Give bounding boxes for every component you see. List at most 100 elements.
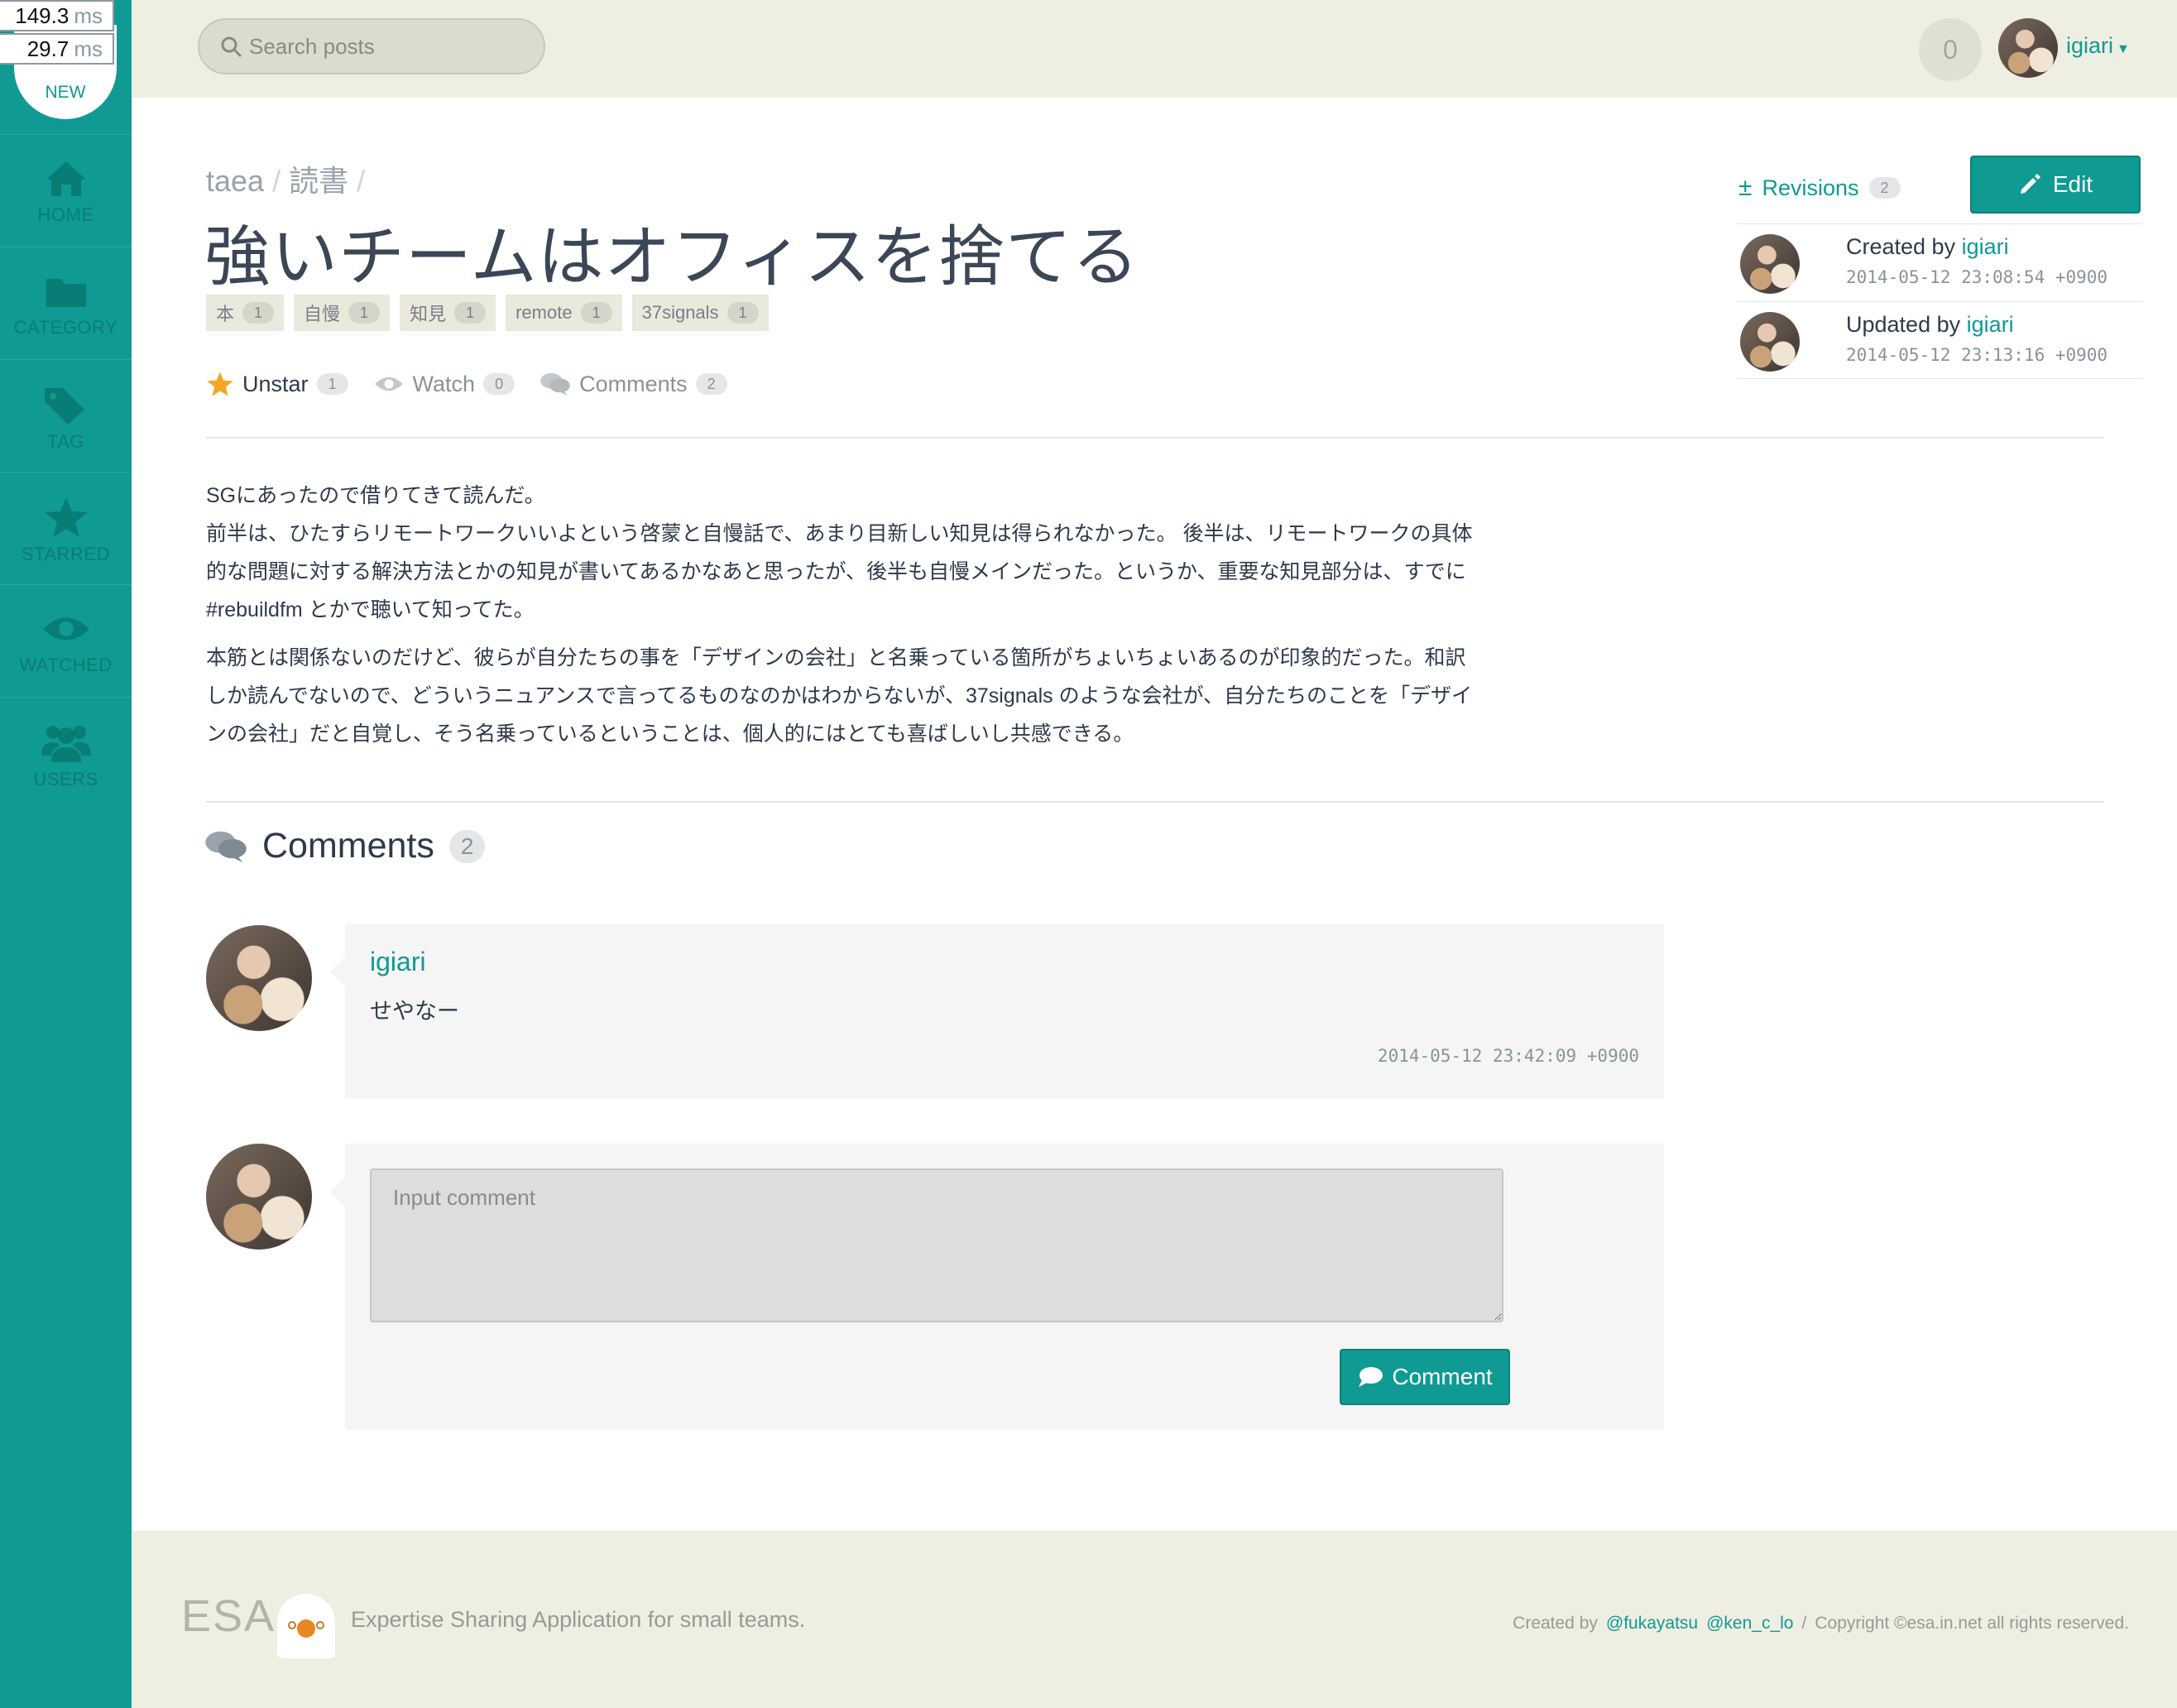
- user-menu[interactable]: igiari ▼: [2066, 33, 2130, 59]
- avatar[interactable]: [1740, 312, 1800, 372]
- footer-logo[interactable]: ESA: [181, 1590, 276, 1642]
- footer-copyright: Copyright ©esa.in.net all rights reserve…: [1815, 1614, 2129, 1633]
- created-by-label: Created by: [1846, 234, 1956, 259]
- unstar-button[interactable]: Unstar 1: [206, 371, 348, 397]
- tag-name: 自慢: [304, 304, 341, 324]
- tag-count: 1: [726, 302, 759, 324]
- comment-timestamp: 2014-05-12 23:42:09 +0900: [1377, 1046, 1639, 1066]
- breadcrumb-team[interactable]: taea: [206, 164, 264, 198]
- perf-timer-bottom: 29.7 ms: [0, 33, 114, 65]
- user-menu-name: igiari: [2066, 33, 2114, 58]
- perf-timer-top: 149.3 ms: [0, 0, 114, 31]
- plus-minus-icon: ±: [1738, 174, 1753, 201]
- comments-label: Comments: [579, 371, 688, 396]
- sidebar-item-home[interactable]: HOME: [0, 134, 132, 247]
- sidebar-item-tag[interactable]: TAG: [0, 359, 132, 472]
- breadcrumb-category[interactable]: 読書: [289, 164, 348, 198]
- body-line: 本筋とは関係ないのだけど、彼らが自分たちの事を「デザインの会社」と名乗っている箇…: [206, 646, 1466, 669]
- body-paragraph: SGにあったので借りてきて読んだ。 前半は、ひたすらリモートワークいいよという啓…: [206, 477, 1530, 629]
- breadcrumb-separator: /: [357, 164, 366, 198]
- tag-name: 37signals: [641, 302, 719, 323]
- comment-submit-button[interactable]: Comment: [1340, 1349, 1510, 1405]
- footer-credits: Created by @fukayatsu @ken_c_lo / Copyri…: [1513, 1614, 2129, 1634]
- sidebar-item-label: WATCHED: [19, 655, 113, 675]
- comment-input[interactable]: [370, 1168, 1503, 1322]
- comments-icon: [540, 372, 570, 396]
- post-body: SGにあったので借りてきて読んだ。 前半は、ひたすらリモートワークいいよという啓…: [206, 477, 1530, 763]
- tag-item[interactable]: 知見 1: [400, 295, 496, 331]
- comment-form: Comment: [330, 1144, 1664, 1430]
- comments-link[interactable]: Comments 2: [539, 372, 727, 397]
- comment-text: せやなー: [370, 999, 459, 1024]
- comment-author-link[interactable]: igiari: [370, 947, 426, 977]
- breadcrumb-separator: /: [272, 164, 281, 198]
- edit-button[interactable]: Edit: [1970, 156, 2141, 214]
- search-icon: [221, 36, 242, 58]
- body-line: 前半は、ひたすらリモートワークいいよという啓蒙と自慢話で、あまり目新しい知見は得…: [206, 522, 1473, 545]
- sidebar-item-label: TAG: [46, 431, 85, 452]
- perf-timer-unit: ms: [74, 3, 103, 28]
- comments-count: 2: [695, 373, 727, 395]
- sidebar-item-category[interactable]: CATEGORY: [0, 247, 132, 359]
- notification-badge[interactable]: 0: [1919, 18, 1982, 81]
- watch-button[interactable]: Watch 0: [373, 372, 515, 397]
- tag-count: 1: [580, 302, 612, 324]
- updated-by-text: Updated by igiari: [1846, 312, 2014, 338]
- tag-count: 1: [454, 302, 487, 324]
- star-count: 1: [316, 373, 348, 395]
- eye-icon: [374, 377, 403, 391]
- tag-count: 1: [242, 302, 275, 324]
- footer-created-by: Created by: [1513, 1614, 1598, 1633]
- tag-item[interactable]: 自慢 1: [294, 295, 391, 331]
- revisions-link[interactable]: ± Revisions 2: [1738, 174, 1901, 202]
- post-title: 強いチームはオフィスを捨てる: [204, 220, 1139, 294]
- footer-tagline: Expertise Sharing Application for small …: [351, 1607, 806, 1632]
- sidebar-item-label: STARRED: [22, 544, 110, 564]
- comments-heading: Comments 2: [204, 826, 486, 866]
- updated-by-row: Updated by igiari 2014-05-12 23:13:16 +0…: [1737, 301, 2142, 379]
- mascot-face-icon: [288, 1619, 324, 1638]
- watch-count: 0: [483, 373, 515, 395]
- current-user-avatar[interactable]: [206, 1144, 312, 1250]
- post-actions: Unstar 1 Watch 0 Comments 2: [206, 371, 727, 397]
- caret-down-icon: ▼: [2117, 42, 2130, 56]
- main-content: taea / 読書 / 強いチームはオフィスを捨てる 本1 自慢 1 知見 1 remot…: [132, 98, 2177, 1531]
- sidebar-item-watched[interactable]: WATCHED: [0, 584, 132, 697]
- star-icon: [207, 372, 233, 396]
- created-by-row: Created by igiari 2014-05-12 23:08:54 +0…: [1737, 223, 2142, 301]
- watch-label: Watch: [412, 371, 476, 396]
- sidebar-item-users[interactable]: USERS: [0, 697, 132, 809]
- tag-item[interactable]: 本1: [206, 295, 285, 331]
- search-placeholder: Search posts: [249, 34, 375, 59]
- tag-name: remote: [515, 302, 573, 323]
- edit-label: Edit: [2052, 171, 2093, 197]
- top-header: Search posts 0 igiari ▼: [132, 0, 2177, 98]
- notification-count: 0: [1943, 35, 1958, 65]
- perf-timer-value: 149.3: [15, 3, 70, 28]
- created-by-user-link[interactable]: igiari: [1962, 234, 2009, 259]
- sidebar-item-label: HOME: [37, 204, 94, 225]
- tag-item[interactable]: remote 1: [506, 295, 622, 331]
- comments-icon: [205, 831, 247, 862]
- sidebar-item-starred[interactable]: STARRED: [0, 472, 132, 584]
- avatar[interactable]: [1740, 234, 1800, 294]
- tags-icon: [44, 388, 84, 425]
- sidebar-item-label: USERS: [33, 769, 98, 789]
- pencil-icon: [2020, 174, 2040, 194]
- users-icon: [41, 726, 91, 762]
- breadcrumb: taea / 読書 /: [206, 157, 373, 200]
- home-icon: [46, 161, 86, 196]
- footer-author-link[interactable]: @ken_c_lo: [1706, 1614, 1793, 1634]
- search-input[interactable]: Search posts: [198, 18, 545, 74]
- updated-by-user-link[interactable]: igiari: [1967, 312, 2014, 337]
- revisions-count: 2: [1868, 177, 1901, 199]
- user-avatar[interactable]: [1998, 18, 2058, 78]
- footer-author-link[interactable]: @fukayatsu: [1606, 1614, 1698, 1634]
- comment-avatar[interactable]: [206, 925, 312, 1031]
- tag-item[interactable]: 37signals 1: [631, 295, 769, 331]
- comment-item: igiari せやなー 2014-05-12 23:42:09 +0900: [330, 924, 1664, 1099]
- footer: ESA Expertise Sharing Application for sm…: [132, 1531, 2177, 1708]
- revisions-label: Revisions: [1762, 175, 1859, 200]
- new-post-label: NEW: [45, 83, 86, 102]
- sidebar: 149.3 ms 29.7 ms NEW HOME CATEGORY TAG STA…: [0, 0, 132, 1708]
